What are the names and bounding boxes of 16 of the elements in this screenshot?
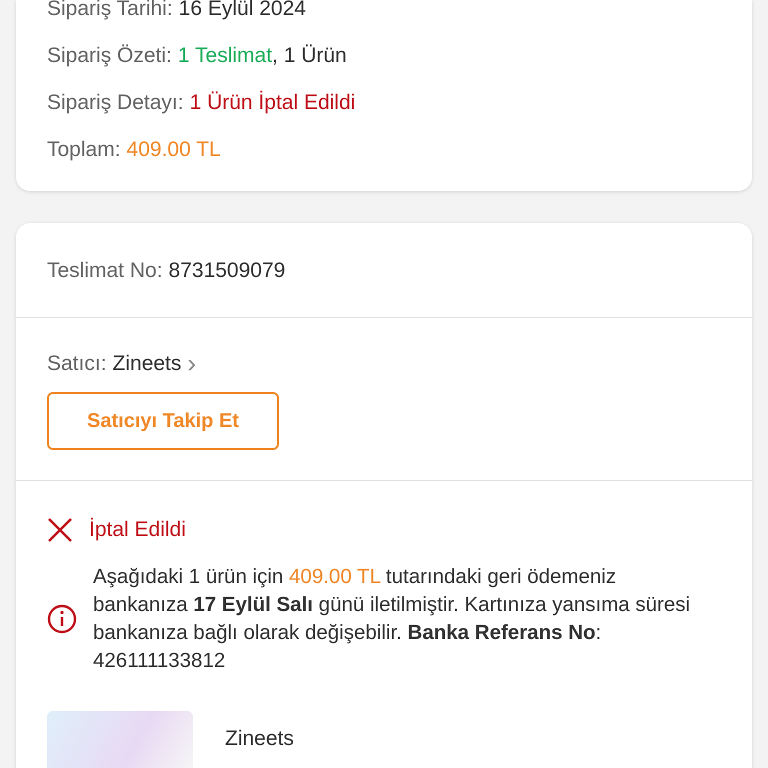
- summary-value: 16 Eylül 2024: [178, 0, 306, 20]
- summary-value: 1 Teslimat, 1 Ürün: [178, 44, 347, 67]
- summary-label: Sipariş Özeti:: [47, 44, 172, 67]
- seller-link[interactable]: Satıcı: Zineets ›: [47, 348, 196, 379]
- summary-value: 1 Ürün İptal Edildi: [190, 91, 356, 114]
- delivery-label: Teslimat No:: [47, 259, 163, 282]
- delivery-number: 8731509079: [168, 259, 286, 282]
- summary-value: 409.00 TL: [126, 138, 221, 161]
- product-brand: Zineets: [225, 727, 294, 751]
- status-text: İptal Edildi: [89, 518, 186, 542]
- refund-message: Aşağıdaki 1 ürün için 409.00 TL tutarındaki geri ödemeniz bankanıza 17 Eylül Salı günü iletilmiştir. Kartınıza yansıma süresi bankanıza bağlı olarak değişebilir. Banka Referans No: 426111133812: [93, 564, 692, 674]
- close-icon: [47, 517, 73, 543]
- summary-label: Sipariş Tarihi:: [47, 0, 173, 20]
- summary-label: Toplam:: [47, 138, 121, 161]
- summary-label: Sipariş Detayı:: [47, 91, 184, 114]
- info-icon: [47, 604, 77, 634]
